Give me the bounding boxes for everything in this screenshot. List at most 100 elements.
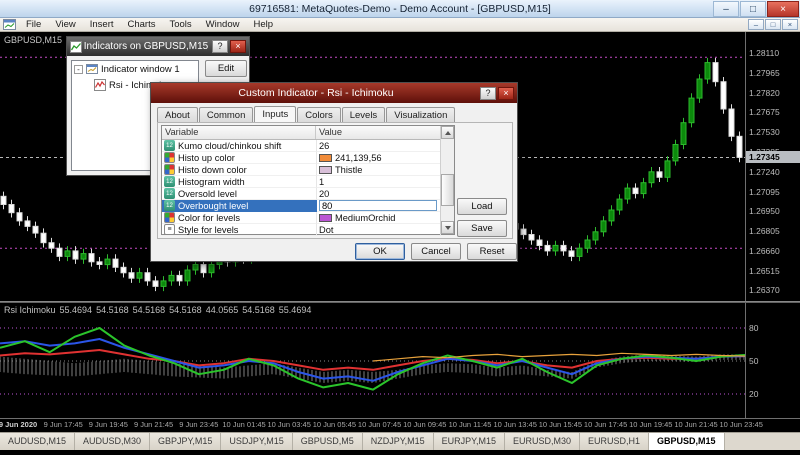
chart-tab-audusd-m15[interactable]: AUDUSD,M15 xyxy=(0,433,75,450)
chart-tab-audusd-m30[interactable]: AUDUSD,M30 xyxy=(75,433,150,450)
cancel-button[interactable]: Cancel xyxy=(411,243,461,260)
save-button[interactable]: Save xyxy=(457,220,507,237)
time-axis-label: 9 Jun 23:45 xyxy=(175,420,223,429)
help-icon[interactable]: ? xyxy=(212,40,228,53)
menu-charts[interactable]: Charts xyxy=(121,19,163,30)
tree-expander-icon[interactable]: - xyxy=(74,65,83,74)
mdi-close-button[interactable]: × xyxy=(782,19,798,30)
param-row[interactable]: ≡Style for levelsDot xyxy=(162,224,454,236)
load-button[interactable]: Load xyxy=(457,198,507,215)
param-name: Style for levels xyxy=(178,225,238,235)
param-row[interactable]: 12Histogram width1 xyxy=(162,176,454,188)
param-name-cell[interactable]: Color for levels xyxy=(162,212,317,224)
tab-about[interactable]: About xyxy=(157,107,198,123)
param-value: Thistle xyxy=(335,165,362,175)
param-row[interactable]: 12Kumo cloud/chinkou shift26 xyxy=(162,140,454,152)
param-row[interactable]: 12Overbought level xyxy=(162,200,454,212)
chart-window-icon xyxy=(3,19,16,30)
ok-button[interactable]: OK xyxy=(355,243,405,260)
time-axis-label: 9 Jun 19:45 xyxy=(84,420,132,429)
param-name-cell[interactable]: 12Histogram width xyxy=(162,176,317,188)
overbought-level-input[interactable] xyxy=(319,200,437,211)
param-row[interactable]: 12Oversold level20 xyxy=(162,188,454,200)
mdi-restore-button[interactable]: □ xyxy=(765,19,781,30)
param-name-cell[interactable]: Histo up color xyxy=(162,152,317,164)
tab-visualization[interactable]: Visualization xyxy=(386,107,455,123)
tab-colors[interactable]: Colors xyxy=(297,107,340,123)
menu-file[interactable]: File xyxy=(19,19,48,30)
time-axis-label: 10 Jun 01:45 xyxy=(220,420,268,429)
menu-insert[interactable]: Insert xyxy=(83,19,121,30)
indicators-dialog-titlebar[interactable]: Indicators on GBPUSD,M15 ? × xyxy=(67,37,249,56)
param-name-cell[interactable]: Histo down color xyxy=(162,164,317,176)
scroll-down-icon[interactable] xyxy=(441,221,454,234)
price-axis-label: 1.27240 xyxy=(749,167,780,177)
param-name-cell[interactable]: 12Kumo cloud/chinkou shift xyxy=(162,140,317,152)
param-name-cell[interactable]: ≡Style for levels xyxy=(162,224,317,236)
time-axis-label: 10 Jun 15:45 xyxy=(536,420,584,429)
param-row[interactable]: Color for levelsMediumOrchid xyxy=(162,212,454,224)
edit-button[interactable]: Edit xyxy=(205,60,247,77)
param-row[interactable]: Histo down color Thistle xyxy=(162,164,454,176)
param-value-cell[interactable]: Dot xyxy=(317,224,441,236)
price-axis-label: 1.26370 xyxy=(749,285,780,295)
price-axis-label: 1.26805 xyxy=(749,226,780,236)
param-value-cell[interactable]: Thistle xyxy=(317,164,441,176)
chart-tab-usdjpy-m15[interactable]: USDJPY,M15 xyxy=(221,433,292,450)
column-header-variable[interactable]: Variable xyxy=(162,126,316,139)
close-icon[interactable]: × xyxy=(230,40,246,53)
column-header-value[interactable]: Value xyxy=(316,126,454,139)
param-value-cell[interactable]: 1 xyxy=(317,176,441,188)
chart-tab-gbpusd-m5[interactable]: GBPUSD,M5 xyxy=(293,433,363,450)
help-icon[interactable]: ? xyxy=(480,87,496,100)
param-value-cell[interactable]: 241,139,56 xyxy=(317,152,441,164)
title-bar[interactable]: 69716581: MetaQuotes-Demo - Demo Account… xyxy=(0,0,800,18)
indicators-dialog-icon xyxy=(70,41,82,53)
table-scrollbar[interactable] xyxy=(440,126,454,234)
chart-tab-eurusd-m30[interactable]: EURUSD,M30 xyxy=(505,433,580,450)
custom-dialog-titlebar[interactable]: Custom Indicator - Rsi - Ichimoku ? × xyxy=(151,83,517,103)
minimize-button[interactable]: – xyxy=(713,1,739,17)
param-name-cell[interactable]: 12Oversold level xyxy=(162,188,317,200)
param-name: Histo up color xyxy=(178,153,235,163)
param-name: Overbought level xyxy=(178,201,248,211)
chart-tab-nzdjpy-m15[interactable]: NZDJPY,M15 xyxy=(363,433,434,450)
maximize-button[interactable]: □ xyxy=(740,1,766,17)
indicators-dialog-title: Indicators on GBPUSD,M15 xyxy=(82,41,210,52)
time-axis-label: 10 Jun 07:45 xyxy=(356,420,404,429)
scroll-up-icon[interactable] xyxy=(441,126,454,139)
close-button[interactable]: × xyxy=(767,1,799,17)
chart-tab-gbpusd-m15[interactable]: GBPUSD,M15 xyxy=(649,433,725,450)
param-value-cell[interactable]: 26 xyxy=(317,140,441,152)
indicator-value: 54.5168 xyxy=(169,305,202,315)
param-value-cell[interactable] xyxy=(317,200,441,212)
menu-help[interactable]: Help xyxy=(246,19,280,30)
reset-button[interactable]: Reset xyxy=(467,243,517,260)
param-name: Histogram width xyxy=(178,177,245,187)
time-axis[interactable]: 9 Jun 20209 Jun 17:459 Jun 19:459 Jun 21… xyxy=(0,419,746,432)
time-axis-label: 9 Jun 21:45 xyxy=(130,420,178,429)
menu-tools[interactable]: Tools xyxy=(162,19,198,30)
pane-separator[interactable] xyxy=(0,301,800,303)
param-row[interactable]: Histo up color 241,139,56 xyxy=(162,152,454,164)
close-icon[interactable]: × xyxy=(498,87,514,100)
price-axis[interactable]: 1.281101.279651.278201.276751.275301.273… xyxy=(746,32,800,418)
table-header: Variable Value xyxy=(162,126,454,140)
param-value-cell[interactable]: MediumOrchid xyxy=(317,212,441,224)
menu-view[interactable]: View xyxy=(48,19,82,30)
tree-item-indicator-window[interactable]: - Indicator window 1 xyxy=(72,61,198,77)
tab-common[interactable]: Common xyxy=(199,107,254,123)
tab-levels[interactable]: Levels xyxy=(342,107,385,123)
chart-tab-eurusd-h1[interactable]: EURUSD,H1 xyxy=(580,433,649,450)
style-icon: ≡ xyxy=(164,224,175,235)
param-value: Dot xyxy=(319,225,333,235)
param-name-cell[interactable]: 12Overbought level xyxy=(162,200,317,212)
time-axis-label: 10 Jun 17:45 xyxy=(582,420,630,429)
indicator-axis-label: 80 xyxy=(749,323,758,333)
mdi-minimize-button[interactable]: – xyxy=(748,19,764,30)
chart-tab-eurjpy-m15[interactable]: EURJPY,M15 xyxy=(434,433,505,450)
scrollbar-thumb[interactable] xyxy=(441,174,454,206)
param-value-cell[interactable]: 20 xyxy=(317,188,441,200)
chart-tab-gbpjpy-m15[interactable]: GBPJPY,M15 xyxy=(150,433,221,450)
menu-window[interactable]: Window xyxy=(199,19,247,30)
